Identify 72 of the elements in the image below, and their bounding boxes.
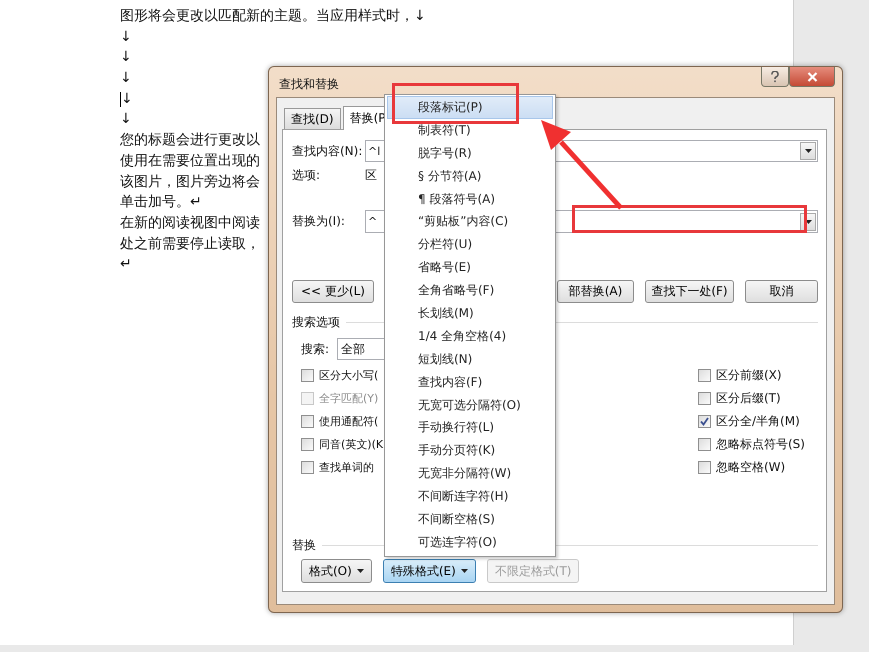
checkbox[interactable] (698, 392, 711, 405)
checkbox-label: 忽略标点符号(S) (716, 436, 805, 453)
menu-item[interactable]: “剪贴板”内容(C) (387, 210, 553, 234)
close-icon (806, 72, 818, 82)
menu-item[interactable]: 无宽非分隔符(W) (387, 462, 553, 486)
document-text: 该图片，图片旁边将会 (120, 172, 260, 192)
checkbox-label: 同音(英文)(K (319, 437, 384, 452)
menu-item[interactable]: 可选连字符(O) (387, 530, 553, 554)
menu-item[interactable]: 不间断连字符(H) (387, 485, 553, 508)
checkbox-label: 区分全/半角(M) (716, 413, 800, 430)
close-button[interactable] (789, 67, 835, 87)
document-text: ↓ (121, 90, 133, 109)
menu-item[interactable]: 查找内容(F) (387, 370, 553, 394)
menu-item[interactable]: 长划线(M) (387, 302, 553, 325)
checkbox[interactable] (301, 369, 314, 382)
tab[interactable]: 查找(D) (284, 108, 341, 129)
document-text: ↓ (120, 48, 132, 68)
document-text: 图形将会更改以匹配新的主题。当应用样式时，↓ (120, 7, 426, 26)
document-text: 单击加号。↵ (120, 193, 202, 212)
dropdown-icon (804, 220, 812, 224)
checkbox-label: 区分后缀(T) (716, 390, 781, 407)
group-heading: 搜索选项 (292, 314, 340, 330)
options-text: 区 (365, 166, 377, 184)
document-text: 使用在需要位置出现的 (120, 152, 260, 171)
checkbox[interactable] (698, 438, 711, 451)
menu-item[interactable]: 手动换行符(L) (387, 416, 553, 440)
menu-item[interactable]: 无宽可选分隔符(O) (387, 394, 553, 416)
field-label: 查找内容(N): (292, 142, 364, 160)
checkbox-label: 使用通配符( (319, 414, 378, 429)
caret-icon (356, 569, 364, 573)
help-button[interactable] (761, 67, 789, 87)
document-text: ↓ (120, 28, 132, 47)
field-label: 替换为(I): (292, 213, 346, 230)
options-label: 选项: (292, 166, 322, 184)
search-label: 搜索: (301, 340, 330, 358)
format-button[interactable]: 特殊格式(E) (382, 559, 476, 583)
checkbox[interactable] (301, 438, 314, 451)
dialog-button[interactable]: << 更少(L) (292, 280, 374, 303)
menu-item[interactable]: 全角省略号(F) (387, 279, 553, 302)
group-heading: 替换 (292, 536, 316, 554)
menu-item[interactable]: 省略号(E) (387, 256, 553, 280)
checkbox-label: 区分前缀(X) (716, 367, 782, 384)
dropdown-icon (804, 149, 812, 153)
checkbox-label: 全字匹配(Y) (319, 391, 378, 406)
help-icon (770, 70, 780, 82)
checkbox-label: 忽略空格(W) (716, 459, 786, 476)
caret-icon (460, 569, 468, 573)
menu-item[interactable]: ¶ 段落符号(A) (387, 188, 553, 210)
menu-item[interactable]: 脱字号(R) (387, 142, 553, 165)
menu-item[interactable]: 段落标记(P) (387, 96, 553, 119)
menu-item[interactable]: 手动分页符(K) (387, 439, 553, 462)
dialog-button[interactable]: 查找下一处(F) (645, 280, 734, 303)
checkbox-label: 查找单词的 (319, 460, 374, 475)
checkbox[interactable] (698, 461, 711, 474)
dialog-button[interactable]: 取消 (744, 280, 818, 303)
format-button[interactable]: 格式(O) (301, 559, 372, 583)
window-title: 查找和替换 (279, 76, 339, 93)
checkbox[interactable] (301, 415, 314, 428)
menu-item[interactable]: 不间断空格(S) (387, 508, 553, 531)
menu-item[interactable]: 分栏符(U) (387, 233, 553, 256)
document-text: 处之前需要停止读取， (120, 234, 260, 254)
document-text: ↵ (120, 255, 132, 274)
checkbox[interactable] (698, 369, 711, 382)
document-text: ↓ (120, 110, 132, 130)
document-text: 在新的阅读视图中阅读 (120, 214, 260, 233)
menu-item[interactable]: § 分节符(A) (387, 164, 553, 188)
dialog-button[interactable]: 部替换(A) (556, 280, 634, 303)
checkbox[interactable] (301, 461, 314, 474)
document-text: ↓ (120, 69, 132, 88)
checkbox[interactable] (698, 415, 711, 428)
checkbox-label: 区分大小写( (319, 368, 378, 383)
document-text: 您的标题会进行更改以 (120, 131, 260, 150)
